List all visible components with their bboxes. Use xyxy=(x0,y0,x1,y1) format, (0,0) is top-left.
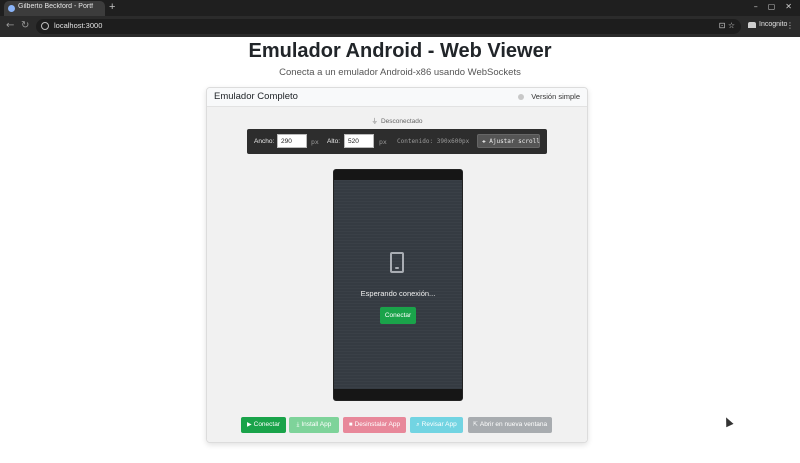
play-icon: ▶ xyxy=(247,422,252,428)
menu-icon[interactable]: ⋮ xyxy=(786,21,794,31)
uninstall-app-button[interactable]: ■ Desinstalar App xyxy=(343,417,406,433)
dimension-toolbar: Ancho: 290 px Alto: 520 px Contenido: 39… xyxy=(247,129,547,154)
waiting-connection-text: Esperando conexión... xyxy=(360,289,436,298)
review-label: Revisar App xyxy=(421,421,457,428)
back-icon[interactable]: ← xyxy=(6,20,14,32)
install-app-button[interactable]: ⤓ Install App xyxy=(289,417,339,433)
tab-title: Gilberto Beckford - Portf xyxy=(18,3,94,10)
browser-address-bar: ← ↻ localhost:3000 ⊡ ☆ Incognito ⋮ xyxy=(0,16,800,37)
download-icon: ⤓ xyxy=(296,422,300,428)
height-label: Alto: xyxy=(327,138,341,145)
search-icon: ⌕ xyxy=(416,422,420,428)
height-unit: px xyxy=(379,138,387,146)
site-info-icon[interactable] xyxy=(41,22,49,30)
close-icon[interactable]: ✕ xyxy=(785,1,792,13)
open-new-window-button[interactable]: ⇱ Abrir en nueva ventana xyxy=(468,417,552,433)
phone-frame: Esperando conexión... Conectar xyxy=(333,169,463,401)
card-header: Emulador Completo Versión simple xyxy=(207,88,587,107)
width-input[interactable]: 290 xyxy=(277,134,307,148)
incognito-indicator: Incognito xyxy=(748,21,787,28)
phone-connect-button[interactable]: Conectar xyxy=(380,307,416,324)
adjust-scroll-label: Ajustar scroll xyxy=(489,138,540,145)
height-input[interactable]: 520 xyxy=(344,134,374,148)
mobile-phone-icon xyxy=(390,252,404,273)
reload-icon[interactable]: ↻ xyxy=(21,20,29,32)
translate-bookmark-icons[interactable]: ⊡ ☆ xyxy=(719,21,735,31)
plug-icon: ⏚ xyxy=(371,118,378,125)
width-unit: px xyxy=(311,138,319,146)
browser-tab-bar: Gilberto Beckford - Portf + – ▢ ✕ xyxy=(0,0,800,16)
maximize-icon[interactable]: ▢ xyxy=(768,1,776,13)
external-link-icon: ⇱ xyxy=(472,422,478,428)
incognito-label: Incognito xyxy=(759,21,788,28)
emulator-panel: ⏚ Desconectado Ancho: 290 px Alto: 520 px… xyxy=(207,107,587,442)
status-label: Desconectado xyxy=(380,118,423,125)
window-controls: – ▢ ✕ xyxy=(754,1,792,13)
omnibox[interactable]: localhost:3000 ⊡ ☆ xyxy=(36,19,741,34)
simple-version-toggle[interactable]: Versión simple xyxy=(531,92,580,101)
new-tab-button[interactable]: + xyxy=(109,1,115,13)
width-label: Ancho: xyxy=(254,138,275,145)
action-buttons: ▶ Conectar ⤓ Install App ■ Desinstalar App … xyxy=(241,417,553,434)
incognito-icon xyxy=(748,21,756,28)
content-size-text: Contenido: 390x600px xyxy=(397,138,470,145)
review-app-button[interactable]: ⌕ Revisar App xyxy=(410,417,463,433)
install-label: Install App xyxy=(301,421,332,428)
emulator-card: Emulador Completo Versión simple ⏚ Descon… xyxy=(206,87,588,443)
card-title: Emulador Completo xyxy=(214,91,298,102)
mouse-cursor-icon xyxy=(722,415,734,428)
phone-bottom-bar xyxy=(334,389,462,400)
adjust-scroll-button[interactable]: ✚ Ajustar scroll xyxy=(477,134,540,148)
phone-screen[interactable]: Esperando conexión... Conectar xyxy=(334,180,462,389)
page-title: Emulador Android - Web Viewer xyxy=(248,40,552,62)
url-text[interactable]: localhost:3000 xyxy=(54,21,102,30)
connect-label: Conectar xyxy=(253,421,280,428)
uninstall-label: Desinstalar App xyxy=(354,421,401,428)
minimize-icon[interactable]: – xyxy=(754,1,758,13)
toggle-indicator[interactable] xyxy=(518,94,524,100)
connect-button[interactable]: ▶ Conectar xyxy=(241,417,286,433)
trash-icon: ■ xyxy=(348,422,353,428)
page-subtitle: Conecta a un emulador Android-x86 usando… xyxy=(279,67,521,78)
connection-status: ⏚ Desconectado xyxy=(207,115,587,125)
browser-tab[interactable]: Gilberto Beckford - Portf xyxy=(4,1,105,16)
phone-top-bar xyxy=(334,170,462,180)
open-new-label: Abrir en nueva ventana xyxy=(479,421,548,428)
favicon-icon xyxy=(8,5,15,12)
